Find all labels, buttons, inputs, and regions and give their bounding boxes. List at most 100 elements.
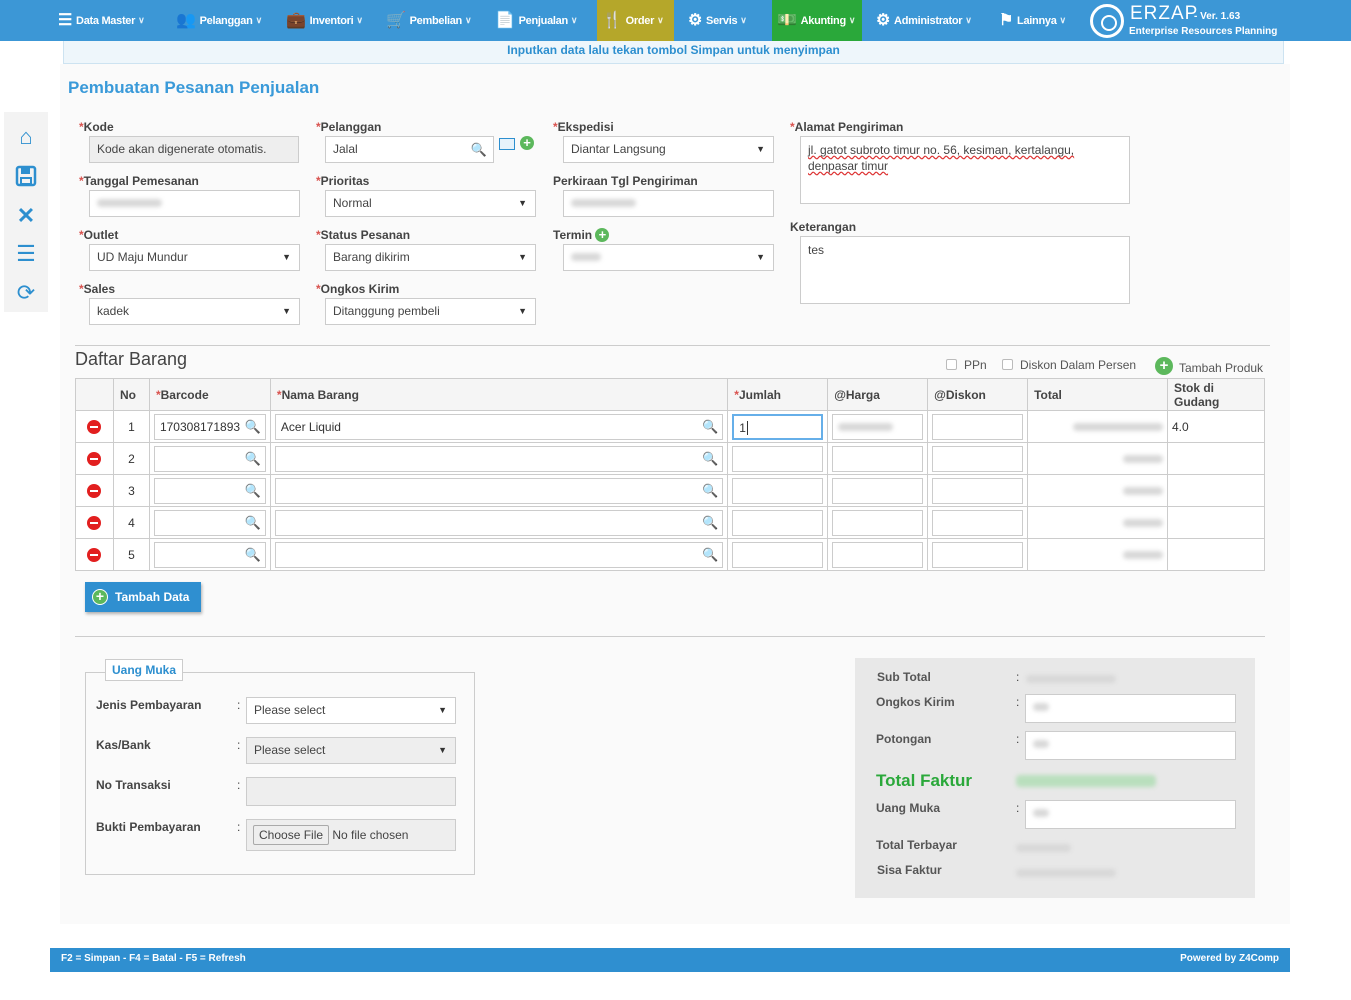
choose-file-button[interactable]: Choose File [253, 825, 330, 845]
nama-barang-input[interactable]: 🔍 [274, 509, 724, 536]
ekspedisi-label: *Ekspedisi [553, 120, 614, 134]
barcode-input[interactable]: 🔍 [153, 509, 266, 536]
keterangan-textarea[interactable]: tes [800, 236, 1130, 304]
alamat-textarea[interactable]: jl. gatot subroto timur no. 56, kesiman,… [800, 136, 1130, 204]
kas-bank-select[interactable]: Please select [246, 737, 456, 764]
chevron-down-icon: ∨ [464, 15, 472, 25]
ppn-checkbox[interactable] [946, 359, 957, 370]
diskon-input[interactable] [932, 445, 1024, 472]
potongan-input[interactable] [1025, 731, 1236, 760]
tanggal-field[interactable] [89, 190, 300, 217]
customer-list-icon[interactable] [499, 138, 515, 150]
close-icon[interactable]: ✕ [10, 200, 42, 232]
harga-input[interactable] [832, 445, 924, 472]
delete-row-icon[interactable] [87, 451, 102, 466]
barcode-input[interactable]: 170308171893 🔍 [153, 413, 266, 440]
harga-input[interactable] [832, 541, 924, 568]
home-icon[interactable]: ⌂ [10, 121, 42, 153]
delete-row-icon[interactable] [87, 483, 102, 498]
harga-input[interactable] [832, 413, 924, 440]
nav-penjualan[interactable]: 📄 Penjualan ∨ [495, 0, 578, 41]
jenis-pembayaran-label: Jenis Pembayaran [96, 698, 202, 712]
nav-data-master[interactable]: ☰ Data Master ∨ [58, 0, 145, 41]
termin-select[interactable] [563, 244, 774, 271]
col-total: Total [1027, 378, 1168, 411]
ongkos-select[interactable]: Ditanggung pembeli [325, 298, 536, 325]
pelanggan-field[interactable]: Jalal 🔍 [325, 136, 494, 163]
jumlah-input[interactable] [732, 477, 824, 504]
nav-inventori[interactable]: 💼 Inventori ∨ [286, 0, 363, 41]
nav-pembelian[interactable]: 🛒 Pembelian ∨ [386, 0, 472, 41]
tambah-produk-link[interactable]: Tambah Produk [1179, 361, 1263, 375]
search-icon[interactable]: 🔍 [702, 415, 718, 439]
search-icon[interactable]: 🔍 [471, 137, 487, 162]
search-icon[interactable]: 🔍 [245, 447, 261, 471]
sales-select[interactable]: kadek [89, 298, 300, 325]
search-icon[interactable]: 🔍 [245, 511, 261, 535]
harga-input[interactable] [832, 509, 924, 536]
nav-servis[interactable]: ⚙ Servis ∨ [688, 0, 747, 41]
jumlah-input[interactable] [732, 541, 824, 568]
list-icon: ☰ [58, 11, 73, 29]
search-icon[interactable]: 🔍 [702, 447, 718, 471]
money-icon: 💵 [777, 11, 797, 29]
total-faktur-label: Total Faktur [876, 771, 973, 790]
delete-row-icon[interactable] [87, 515, 102, 530]
barcode-input[interactable]: 🔍 [153, 541, 266, 568]
diskon-input[interactable] [932, 509, 1024, 536]
nav-lainnya[interactable]: ⚑ Lainnya ∨ [999, 0, 1066, 41]
search-icon[interactable]: 🔍 [702, 543, 718, 567]
barcode-input[interactable]: 🔍 [153, 445, 266, 472]
nama-barang-input[interactable]: Acer Liquid 🔍 [274, 413, 724, 440]
ekspedisi-select[interactable]: Diantar Langsung [563, 136, 774, 163]
list-icon[interactable]: ☰ [10, 238, 42, 270]
termin-label: Termin + [553, 228, 610, 242]
nama-barang-input[interactable]: 🔍 [274, 445, 724, 472]
jumlah-input[interactable]: 1 [732, 413, 824, 440]
save-icon[interactable] [10, 160, 42, 192]
row-no: 5 [112, 538, 150, 571]
search-icon[interactable]: 🔍 [245, 543, 261, 567]
footer-powered: Powered by Z4Comp [1180, 953, 1279, 964]
harga-input[interactable] [832, 477, 924, 504]
chevron-down-icon: ∨ [138, 15, 145, 25]
barcode-input[interactable]: 🔍 [153, 477, 266, 504]
jenis-pembayaran-select[interactable]: Please select [246, 697, 456, 724]
delete-row-icon[interactable] [87, 419, 102, 434]
jumlah-input[interactable] [732, 509, 824, 536]
nav-pelanggan[interactable]: 👥 Pelanggan ∨ [176, 0, 262, 41]
add-product-icon[interactable]: + [1155, 357, 1173, 375]
nama-barang-input[interactable]: 🔍 [274, 541, 724, 568]
search-icon[interactable]: 🔍 [245, 415, 261, 439]
colon: : [237, 778, 241, 792]
nav-akunting[interactable]: 💵 Akunting ∨ [772, 0, 862, 41]
chevron-down-icon: ∨ [848, 15, 856, 25]
add-customer-icon[interactable]: + [520, 136, 534, 150]
diskon-persen-checkbox[interactable] [1002, 359, 1013, 370]
status-select[interactable]: Barang dikirim [325, 244, 536, 271]
search-icon[interactable]: 🔍 [702, 479, 718, 503]
add-termin-icon[interactable]: + [595, 228, 610, 242]
search-icon[interactable]: 🔍 [245, 479, 261, 503]
divider [75, 636, 1265, 637]
action-sidebar: ⌂ ✕ ☰ ⟳ [4, 112, 48, 312]
ongkos-label: *Ongkos Kirim [316, 282, 400, 296]
ongkos-kirim-input[interactable] [1025, 694, 1236, 723]
ongkos-kirim-label: Ongkos Kirim [876, 695, 955, 709]
refresh-icon[interactable]: ⟳ [10, 277, 42, 309]
diskon-input[interactable] [932, 541, 1024, 568]
uang-muka-input[interactable] [1025, 800, 1236, 829]
nav-administrator[interactable]: ⚙ Administrator ∨ [876, 0, 972, 41]
search-icon[interactable]: 🔍 [702, 511, 718, 535]
perkiraan-field[interactable] [563, 190, 774, 217]
prioritas-select[interactable]: Normal [325, 190, 536, 217]
diskon-input[interactable] [932, 477, 1024, 504]
diskon-input[interactable] [932, 413, 1024, 440]
delete-row-icon[interactable] [87, 547, 102, 562]
nama-barang-input[interactable]: 🔍 [274, 477, 724, 504]
jumlah-input[interactable] [732, 445, 824, 472]
outlet-select[interactable]: UD Maju Mundur [89, 244, 300, 271]
tambah-data-button[interactable]: + Tambah Data [85, 582, 201, 612]
logo-version: - Ver. 1.63 [1194, 11, 1241, 22]
nav-order[interactable]: 🍴 Order ∨ [597, 0, 674, 41]
